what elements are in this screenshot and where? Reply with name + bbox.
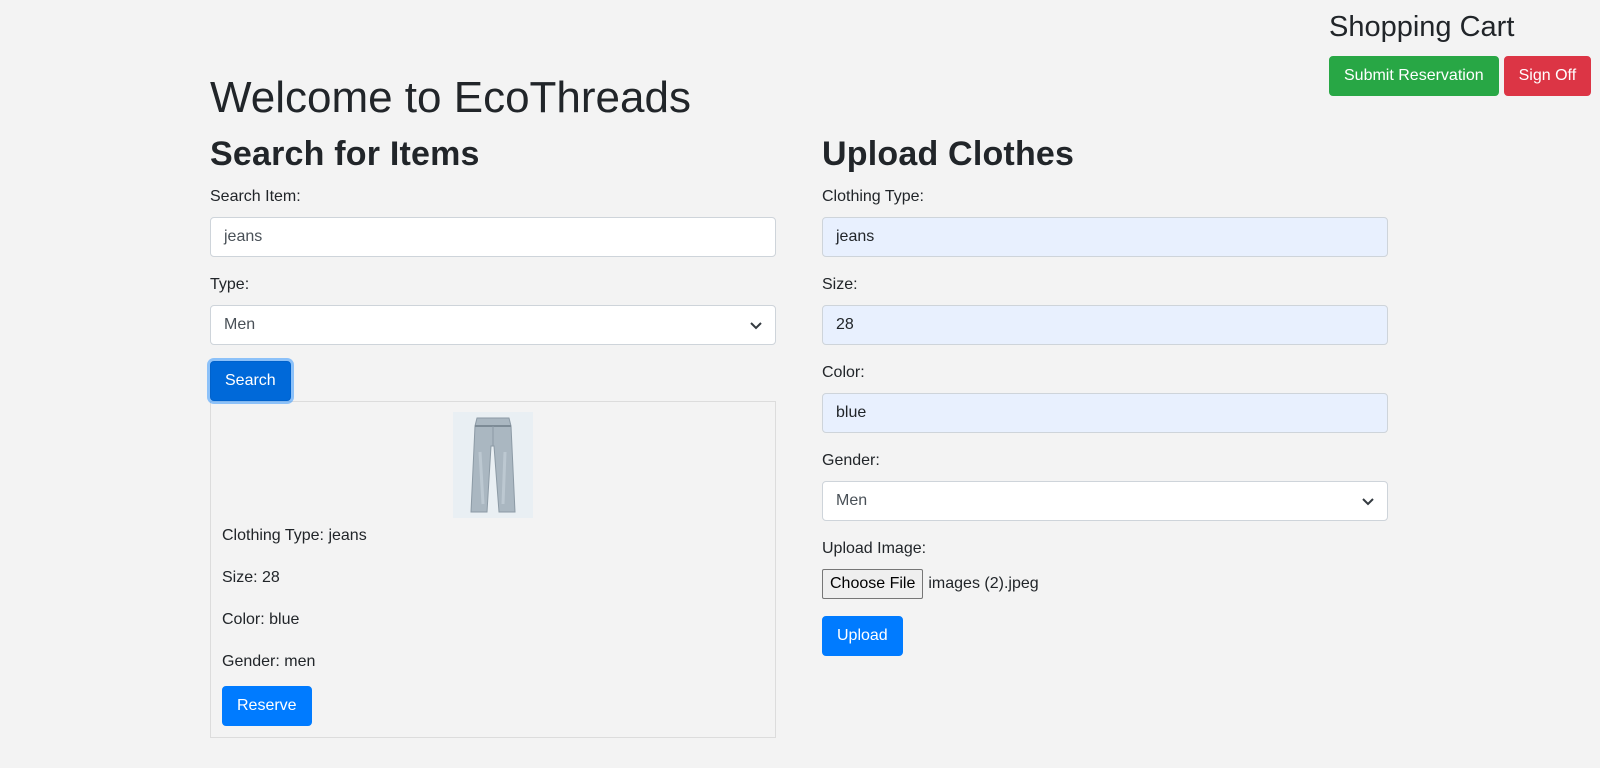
page-title: Welcome to EcoThreads xyxy=(210,73,691,122)
type-select[interactable]: Men xyxy=(210,305,776,345)
choose-file-button[interactable]: Choose File xyxy=(822,569,924,599)
clothing-type-value: jeans xyxy=(836,228,875,245)
file-input: Choose File images (2).jpeg xyxy=(822,569,1388,599)
clothing-type-input[interactable]: jeans xyxy=(822,217,1388,257)
size-label: Size: xyxy=(822,276,858,293)
upload-section-title: Upload Clothes xyxy=(822,135,1075,173)
color-input[interactable]: blue xyxy=(822,393,1388,433)
search-section-title: Search for Items xyxy=(210,135,480,173)
submit-reservation-button[interactable]: Submit Reservation xyxy=(1329,56,1499,96)
search-result-card: Clothing Type: jeans Size: 28 Color: blu… xyxy=(210,401,776,738)
gender-select[interactable]: Men xyxy=(822,481,1388,521)
size-value: 28 xyxy=(836,316,854,333)
upload-button[interactable]: Upload xyxy=(822,616,903,656)
chevron-down-icon xyxy=(1362,498,1374,506)
shopping-cart-title: Shopping Cart xyxy=(1329,11,1515,43)
cart-actions: Submit Reservation Sign Off xyxy=(1329,56,1597,96)
search-item-input[interactable]: jeans xyxy=(210,217,776,257)
size-input[interactable]: 28 xyxy=(822,305,1388,345)
search-button-wrap: Search xyxy=(210,361,776,401)
upload-section: Upload Clothes Clothing Type: jeans Size… xyxy=(822,133,1388,656)
result-clothing-type: Clothing Type: jeans xyxy=(222,527,367,544)
sign-off-button[interactable]: Sign Off xyxy=(1503,56,1592,96)
result-gender: Gender: men xyxy=(222,653,316,670)
search-button[interactable]: Search xyxy=(210,361,291,401)
upload-image-label: Upload Image: xyxy=(822,540,927,557)
jeans-image xyxy=(453,412,533,518)
gender-select-value: Men xyxy=(836,492,868,509)
type-label: Type: xyxy=(210,276,250,293)
result-size: Size: 28 xyxy=(222,569,280,586)
clothing-type-label: Clothing Type: xyxy=(822,188,924,205)
file-name: images (2).jpeg xyxy=(928,575,1039,592)
color-label: Color: xyxy=(822,364,865,381)
result-color: Color: blue xyxy=(222,611,300,628)
shopping-cart-panel: Shopping Cart Submit Reservation Sign Of… xyxy=(1329,8,1597,96)
search-item-label: Search Item: xyxy=(210,188,301,205)
gender-label: Gender: xyxy=(822,452,880,469)
type-select-value: Men xyxy=(224,316,256,333)
chevron-down-icon xyxy=(750,322,762,330)
color-value: blue xyxy=(836,404,867,421)
search-section: Search for Items Search Item: jeans Type… xyxy=(210,133,776,738)
search-item-value: jeans xyxy=(224,228,263,245)
reserve-button[interactable]: Reserve xyxy=(222,686,312,726)
